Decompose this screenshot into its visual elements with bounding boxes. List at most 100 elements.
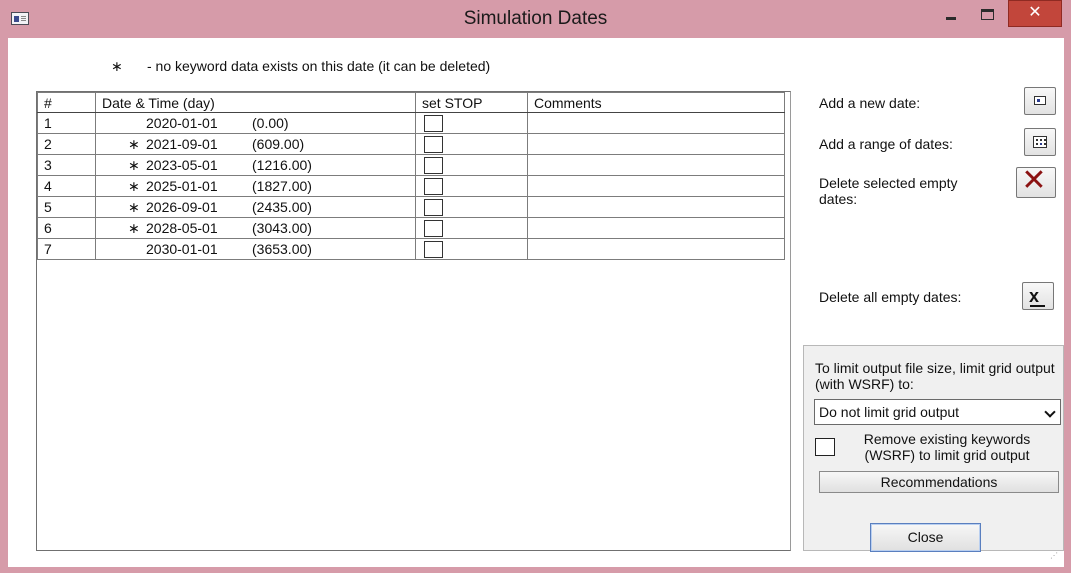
row-comment[interactable] — [527, 133, 785, 155]
row-date-cell[interactable]: ∗ 2021-09-01 (609.00) — [95, 133, 416, 155]
set-stop-checkbox[interactable] — [424, 135, 443, 153]
window-title: Simulation Dates — [463, 8, 608, 29]
row-days: (2435.00) — [252, 198, 312, 215]
table-row[interactable]: 3 ∗ 2023-05-01 (1216.00) — [37, 154, 785, 176]
row-date-cell[interactable]: ∗ 2025-01-01 (1827.00) — [95, 175, 416, 197]
row-date: 2028-05-01 — [146, 219, 218, 236]
dates-table[interactable]: # Date & Time (day) set STOP Comments 1 … — [36, 91, 791, 551]
maximize-icon — [981, 9, 994, 20]
row-days: (1827.00) — [252, 177, 312, 194]
row-comment[interactable] — [527, 175, 785, 197]
title-bar[interactable]: Simulation Dates ✕ — [0, 0, 1071, 38]
recommendations-button[interactable]: Recommendations — [819, 471, 1059, 493]
empty-date-marker: ∗ — [128, 135, 140, 152]
row-date-cell[interactable]: 2020-01-01 (0.00) — [95, 112, 416, 134]
set-stop-checkbox[interactable] — [424, 114, 443, 132]
row-comment[interactable] — [527, 217, 785, 239]
row-date-cell[interactable]: ∗ 2028-05-01 (3043.00) — [95, 217, 416, 239]
empty-date-marker: ∗ — [128, 219, 140, 236]
minimize-icon — [946, 17, 956, 20]
grid-output-selected: Do not limit grid output — [819, 404, 960, 420]
output-limit-description: To limit output file size, limit grid ou… — [815, 360, 1055, 392]
row-days: (0.00) — [252, 115, 289, 131]
row-date-cell[interactable]: ∗ 2023-05-01 (1216.00) — [95, 154, 416, 176]
column-header-comments[interactable]: Comments — [527, 92, 785, 113]
row-number: 5 — [37, 196, 96, 218]
row-date: 2025-01-01 — [146, 177, 218, 194]
row-date-cell[interactable]: 2030-01-01 (3653.00) — [95, 238, 416, 260]
legend-marker: ∗ — [111, 58, 123, 74]
legend: ∗ - no keyword data exists on this date (… — [111, 58, 490, 75]
row-stop-cell — [415, 175, 528, 197]
empty-date-marker: ∗ — [128, 198, 140, 215]
row-number: 4 — [37, 175, 96, 197]
legend-text: - no keyword data exists on this date (i… — [147, 58, 491, 74]
row-stop-cell — [415, 196, 528, 218]
delete-all-icon: x — [1029, 286, 1046, 307]
delete-selected-label: Delete selected empty dates: — [819, 175, 958, 207]
set-stop-checkbox[interactable] — [424, 198, 443, 216]
row-days: (609.00) — [252, 135, 305, 152]
chevron-down-icon — [1044, 406, 1056, 418]
empty-date-marker: ∗ — [128, 177, 140, 194]
table-row[interactable]: 1 2020-01-01 (0.00) — [37, 112, 785, 134]
delete-all-button[interactable]: x — [1022, 282, 1054, 310]
close-button[interactable]: Close — [870, 523, 981, 552]
row-date: 2026-09-01 — [146, 198, 218, 215]
set-stop-checkbox[interactable] — [424, 156, 443, 174]
empty-date-marker: ∗ — [128, 156, 140, 173]
column-header-set-stop[interactable]: set STOP — [415, 92, 528, 113]
table-row[interactable]: 2 ∗ 2021-09-01 (609.00) — [37, 133, 785, 155]
set-stop-checkbox[interactable] — [424, 219, 443, 237]
simulation-dates-window: Simulation Dates ✕ ∗ - no keyword data ex… — [0, 0, 1071, 573]
row-comment[interactable] — [527, 238, 785, 260]
delete-selected-button[interactable]: ✕ — [1016, 164, 1056, 198]
grid-output-select[interactable]: Do not limit grid output — [814, 399, 1061, 425]
remove-keywords-checkbox[interactable] — [815, 438, 835, 456]
row-days: (1216.00) — [252, 156, 312, 173]
delete-all-label: Delete all empty dates: — [819, 289, 962, 305]
row-stop-cell — [415, 238, 528, 260]
close-icon: ✕ — [1028, 4, 1042, 21]
dialog-body: ∗ - no keyword data exists on this date (… — [8, 38, 1064, 567]
add-date-label: Add a new date: — [819, 95, 921, 111]
maximize-button[interactable] — [969, 2, 1005, 28]
row-number: 2 — [37, 133, 96, 155]
table-header-row: # Date & Time (day) set STOP Comments — [37, 92, 785, 113]
row-date: 2021-09-01 — [146, 135, 218, 152]
row-number: 3 — [37, 154, 96, 176]
row-number: 1 — [37, 112, 96, 134]
table-row[interactable]: 7 2030-01-01 (3653.00) — [37, 238, 785, 260]
row-date: 2030-01-01 — [146, 241, 218, 257]
minimize-button[interactable] — [933, 2, 969, 28]
remove-keywords-label[interactable]: Remove existing keywords (WSRF) to limit… — [837, 431, 1057, 463]
row-date-cell[interactable]: ∗ 2026-09-01 (2435.00) — [95, 196, 416, 218]
row-date: 2020-01-01 — [146, 115, 218, 131]
calendar-range-icon — [1033, 136, 1047, 148]
row-stop-cell — [415, 217, 528, 239]
row-stop-cell — [415, 154, 528, 176]
add-date-button[interactable] — [1024, 87, 1056, 115]
row-comment[interactable] — [527, 154, 785, 176]
set-stop-checkbox[interactable] — [424, 177, 443, 195]
column-header-number[interactable]: # — [37, 92, 96, 113]
table-row[interactable]: 5 ∗ 2026-09-01 (2435.00) — [37, 196, 785, 218]
table-row[interactable]: 4 ∗ 2025-01-01 (1827.00) — [37, 175, 785, 197]
delete-x-icon: ✕ — [1021, 164, 1047, 197]
close-window-button[interactable]: ✕ — [1008, 0, 1062, 27]
set-stop-checkbox[interactable] — [424, 240, 443, 258]
add-range-button[interactable] — [1024, 128, 1056, 156]
row-stop-cell — [415, 133, 528, 155]
add-range-label: Add a range of dates: — [819, 136, 953, 152]
row-number: 7 — [37, 238, 96, 260]
row-stop-cell — [415, 112, 528, 134]
row-comment[interactable] — [527, 196, 785, 218]
table-row[interactable]: 6 ∗ 2028-05-01 (3043.00) — [37, 217, 785, 239]
row-days: (3043.00) — [252, 219, 312, 236]
row-date: 2023-05-01 — [146, 156, 218, 173]
calendar-add-icon — [1034, 96, 1046, 105]
column-header-date[interactable]: Date & Time (day) — [95, 92, 416, 113]
row-comment[interactable] — [527, 112, 785, 134]
output-limit-group: To limit output file size, limit grid ou… — [803, 345, 1064, 551]
resize-grip[interactable]: ⋰ — [1050, 552, 1060, 563]
